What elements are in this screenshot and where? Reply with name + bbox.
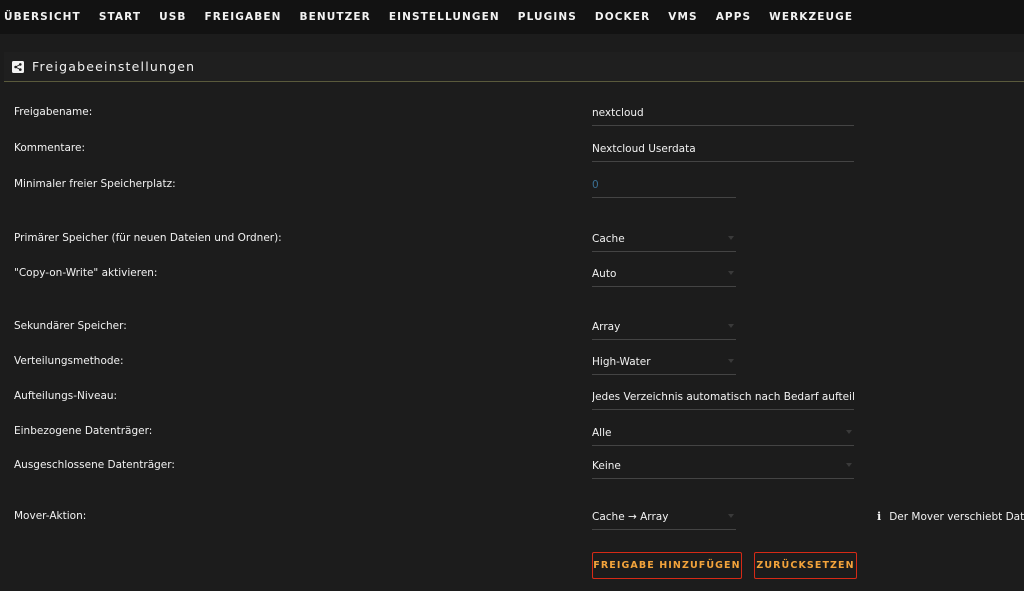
info-icon[interactable]: i (877, 510, 881, 523)
mover-info: i Der Mover verschiebt Date (877, 510, 1024, 523)
comment-value: Nextcloud Userdata (592, 142, 696, 155)
included-disks-value: Alle (592, 426, 612, 439)
cow-select[interactable]: Auto (592, 261, 736, 287)
nav-item-werkzeuge[interactable]: WERKZEUGE (769, 11, 853, 23)
excluded-disks-select[interactable]: Keine (592, 453, 854, 479)
nav-item-usb[interactable]: USB (159, 11, 186, 23)
chevron-down-icon (728, 324, 734, 328)
chevron-down-icon (846, 430, 852, 434)
split-level-value: Jedes Verzeichnis automatisch nach Bedar… (592, 390, 854, 403)
nav-item-freigaben[interactable]: FREIGABEN (205, 11, 282, 23)
cow-value: Auto (592, 267, 617, 280)
chevron-down-icon (728, 514, 734, 518)
comment-input[interactable]: Nextcloud Userdata (592, 136, 854, 162)
primary-storage-label: Primärer Speicher (für neuen Dateien und… (14, 232, 282, 244)
comment-label: Kommentare: (14, 142, 85, 154)
primary-storage-select[interactable]: Cache (592, 226, 736, 252)
nav-item-plugins[interactable]: PLUGINS (518, 11, 577, 23)
included-disks-label: Einbezogene Datenträger: (14, 425, 153, 437)
min-free-label: Minimaler freier Speicherplatz: (14, 178, 176, 190)
share-name-value: nextcloud (592, 106, 644, 119)
allocation-method-label: Verteilungsmethode: (14, 355, 124, 367)
chevron-down-icon (728, 359, 734, 363)
reset-button[interactable]: ZURÜCKSETZEN (754, 552, 857, 579)
mover-info-text: Der Mover verschiebt Date (889, 510, 1024, 523)
split-level-select[interactable]: Jedes Verzeichnis automatisch nach Bedar… (592, 384, 854, 410)
excluded-disks-label: Ausgeschlossene Datenträger: (14, 459, 175, 471)
mover-action-select[interactable]: Cache → Array (592, 504, 736, 530)
secondary-storage-select[interactable]: Array (592, 314, 736, 340)
nav-item-apps[interactable]: APPS (716, 11, 751, 23)
nav-item-vms[interactable]: VMS (668, 11, 697, 23)
cow-label: "Copy-on-Write" aktivieren: (14, 267, 158, 279)
nav-item-uebersicht[interactable]: ÜBERSICHT (4, 11, 81, 23)
allocation-method-value: High-Water (592, 355, 651, 368)
split-level-label: Aufteilungs-Niveau: (14, 390, 118, 402)
min-free-input[interactable]: 0 (592, 172, 736, 198)
nav-item-docker[interactable]: DOCKER (595, 11, 650, 23)
nav-item-einstellungen[interactable]: EINSTELLUNGEN (389, 11, 500, 23)
panel-header: Freigabeeinstellungen (4, 52, 1024, 82)
mover-action-label: Mover-Aktion: (14, 510, 87, 522)
excluded-disks-value: Keine (592, 459, 621, 472)
chevron-down-icon (728, 271, 734, 275)
included-disks-select[interactable]: Alle (592, 420, 854, 446)
share-name-input[interactable]: nextcloud (592, 100, 854, 126)
share-icon (12, 60, 24, 73)
chevron-down-icon (846, 463, 852, 467)
nav-item-benutzer[interactable]: BENUTZER (299, 11, 370, 23)
panel-title: Freigabeeinstellungen (32, 59, 196, 74)
mover-action-value: Cache → Array (592, 510, 669, 523)
secondary-storage-value: Array (592, 320, 621, 333)
chevron-down-icon (728, 236, 734, 240)
main-nav: ÜBERSICHT START USB FREIGABEN BENUTZER E… (0, 0, 1024, 34)
share-name-label: Freigabename: (14, 106, 93, 118)
secondary-storage-label: Sekundärer Speicher: (14, 320, 127, 332)
add-share-button[interactable]: FREIGABE HINZUFÜGEN (592, 552, 742, 579)
allocation-method-select[interactable]: High-Water (592, 349, 736, 375)
min-free-placeholder: 0 (592, 178, 599, 191)
primary-storage-value: Cache (592, 232, 625, 245)
nav-item-start[interactable]: START (99, 11, 141, 23)
